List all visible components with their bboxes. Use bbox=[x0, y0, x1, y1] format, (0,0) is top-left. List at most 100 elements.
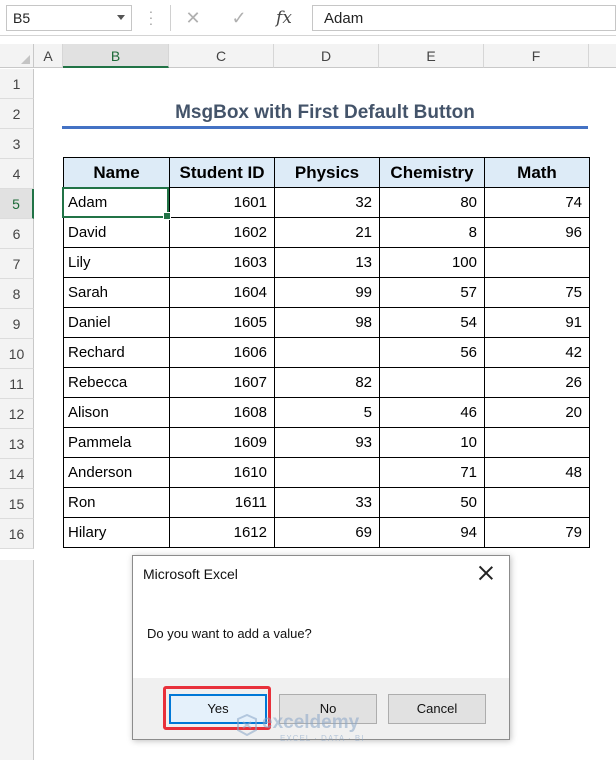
column-header-b[interactable]: B bbox=[63, 44, 169, 68]
value-cell[interactable]: 94 bbox=[379, 517, 485, 548]
row-header-13[interactable]: 13 bbox=[0, 429, 34, 459]
value-cell[interactable]: 13 bbox=[274, 247, 380, 278]
row-header-3[interactable]: 3 bbox=[0, 129, 34, 159]
value-cell[interactable]: 91 bbox=[484, 307, 590, 338]
value-cell[interactable]: 32 bbox=[274, 187, 380, 218]
header-cell[interactable]: Name bbox=[63, 157, 170, 188]
value-cell[interactable]: 100 bbox=[379, 247, 485, 278]
value-cell[interactable]: 48 bbox=[484, 457, 590, 488]
value-cell[interactable] bbox=[484, 247, 590, 278]
row-header-10[interactable]: 10 bbox=[0, 339, 34, 369]
value-cell[interactable]: 1610 bbox=[169, 457, 275, 488]
value-cell[interactable]: 1603 bbox=[169, 247, 275, 278]
value-cell[interactable]: 33 bbox=[274, 487, 380, 518]
value-cell[interactable]: 80 bbox=[379, 187, 485, 218]
yes-button[interactable]: Yes bbox=[169, 694, 267, 724]
header-cell[interactable]: Math bbox=[484, 157, 590, 188]
name-cell[interactable]: Pammela bbox=[63, 427, 170, 458]
row-header-14[interactable]: 14 bbox=[0, 459, 34, 489]
drag-handle-icon[interactable]: · · · bbox=[148, 4, 154, 30]
value-cell[interactable]: 1602 bbox=[169, 217, 275, 248]
value-cell[interactable]: 1607 bbox=[169, 367, 275, 398]
checkmark-icon[interactable]: ✓ bbox=[226, 6, 252, 30]
value-cell[interactable] bbox=[274, 337, 380, 368]
value-cell[interactable] bbox=[274, 457, 380, 488]
row-header-9[interactable]: 9 bbox=[0, 309, 34, 339]
name-cell[interactable]: Lily bbox=[63, 247, 170, 278]
value-cell[interactable]: 98 bbox=[274, 307, 380, 338]
name-cell[interactable]: Sarah bbox=[63, 277, 170, 308]
name-box[interactable]: B5 bbox=[6, 5, 132, 31]
value-cell[interactable] bbox=[484, 487, 590, 518]
value-cell[interactable]: 8 bbox=[379, 217, 485, 248]
row-header-15[interactable]: 15 bbox=[0, 489, 34, 519]
column-header-d[interactable]: D bbox=[274, 44, 379, 68]
value-cell[interactable]: 21 bbox=[274, 217, 380, 248]
name-cell[interactable]: Daniel bbox=[63, 307, 170, 338]
value-cell[interactable]: 26 bbox=[484, 367, 590, 398]
name-cell[interactable]: Ron bbox=[63, 487, 170, 518]
value-cell[interactable]: 5 bbox=[274, 397, 380, 428]
value-cell[interactable]: 69 bbox=[274, 517, 380, 548]
value-cell[interactable]: 99 bbox=[274, 277, 380, 308]
row-header-16[interactable]: 16 bbox=[0, 519, 34, 549]
row-header-6[interactable]: 6 bbox=[0, 219, 34, 249]
header-cell[interactable]: Physics bbox=[274, 157, 380, 188]
value-cell[interactable]: 1604 bbox=[169, 277, 275, 308]
name-cell[interactable]: Rechard bbox=[63, 337, 170, 368]
sheet-title[interactable]: MsgBox with First Default Button bbox=[62, 98, 588, 128]
value-cell[interactable]: 54 bbox=[379, 307, 485, 338]
chevron-down-icon[interactable] bbox=[117, 15, 125, 20]
row-header-12[interactable]: 12 bbox=[0, 399, 34, 429]
value-cell[interactable]: 56 bbox=[379, 337, 485, 368]
select-all-corner[interactable] bbox=[0, 44, 34, 68]
name-cell[interactable]: David bbox=[63, 217, 170, 248]
column-header-a[interactable]: A bbox=[34, 44, 63, 68]
name-cell[interactable]: Hilary bbox=[63, 517, 170, 548]
value-cell[interactable]: 57 bbox=[379, 277, 485, 308]
column-header-c[interactable]: C bbox=[169, 44, 274, 68]
value-cell[interactable]: 93 bbox=[274, 427, 380, 458]
value-cell[interactable]: 1605 bbox=[169, 307, 275, 338]
no-button[interactable]: No bbox=[279, 694, 377, 724]
value-cell[interactable] bbox=[379, 367, 485, 398]
header-cell[interactable]: Student ID bbox=[169, 157, 275, 188]
value-cell[interactable]: 1609 bbox=[169, 427, 275, 458]
value-cell[interactable]: 1608 bbox=[169, 397, 275, 428]
value-cell[interactable]: 74 bbox=[484, 187, 590, 218]
name-cell[interactable]: Alison bbox=[63, 397, 170, 428]
formula-input[interactable]: Adam bbox=[312, 5, 616, 31]
dialog-titlebar[interactable]: Microsoft Excel bbox=[133, 556, 509, 592]
value-cell[interactable]: 1611 bbox=[169, 487, 275, 518]
name-cell[interactable]: Rebecca bbox=[63, 367, 170, 398]
fx-icon[interactable]: fx bbox=[271, 6, 297, 30]
name-cell[interactable]: Adam bbox=[63, 187, 170, 218]
value-cell[interactable]: 10 bbox=[379, 427, 485, 458]
name-cell[interactable]: Anderson bbox=[63, 457, 170, 488]
value-cell[interactable]: 82 bbox=[274, 367, 380, 398]
row-header-1[interactable]: 1 bbox=[0, 69, 34, 99]
column-header-f[interactable]: F bbox=[484, 44, 589, 68]
value-cell[interactable]: 96 bbox=[484, 217, 590, 248]
value-cell[interactable]: 71 bbox=[379, 457, 485, 488]
column-header-e[interactable]: E bbox=[379, 44, 484, 68]
header-cell[interactable]: Chemistry bbox=[379, 157, 485, 188]
close-icon[interactable] bbox=[477, 564, 495, 582]
row-header-2[interactable]: 2 bbox=[0, 99, 34, 129]
close-icon[interactable]: ✕ bbox=[180, 6, 206, 30]
value-cell[interactable]: 50 bbox=[379, 487, 485, 518]
value-cell[interactable]: 1606 bbox=[169, 337, 275, 368]
row-header-8[interactable]: 8 bbox=[0, 279, 34, 309]
row-header-7[interactable]: 7 bbox=[0, 249, 34, 279]
value-cell[interactable]: 1601 bbox=[169, 187, 275, 218]
value-cell[interactable]: 20 bbox=[484, 397, 590, 428]
row-header-11[interactable]: 11 bbox=[0, 369, 34, 399]
row-header-5[interactable]: 5 bbox=[0, 189, 34, 219]
value-cell[interactable]: 42 bbox=[484, 337, 590, 368]
value-cell[interactable]: 79 bbox=[484, 517, 590, 548]
value-cell[interactable]: 46 bbox=[379, 397, 485, 428]
value-cell[interactable] bbox=[484, 427, 590, 458]
value-cell[interactable]: 1612 bbox=[169, 517, 275, 548]
row-header-4[interactable]: 4 bbox=[0, 159, 34, 189]
value-cell[interactable]: 75 bbox=[484, 277, 590, 308]
